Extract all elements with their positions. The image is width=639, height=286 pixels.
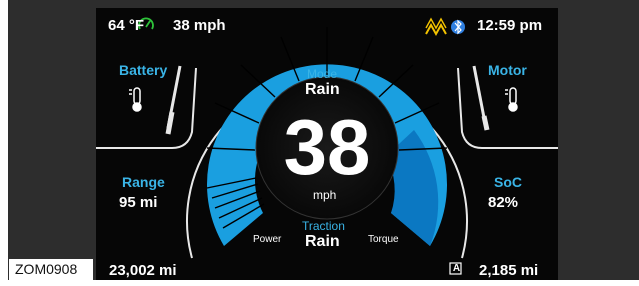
- traction-label: Traction: [302, 219, 345, 233]
- motor-label: Motor: [488, 62, 527, 78]
- trip-label: A: [452, 263, 461, 274]
- torque-label: Torque: [368, 234, 399, 245]
- clock: 12:59 pm: [477, 17, 543, 34]
- traction-value: Rain: [305, 233, 340, 250]
- bluetooth-icon: [451, 19, 465, 35]
- mode-label: Mode: [307, 67, 338, 81]
- range-value: 95 mi: [119, 194, 158, 211]
- soc-label: SoC: [494, 174, 522, 190]
- speed-unit: mph: [313, 188, 337, 202]
- left-margin: [0, 0, 8, 286]
- range-label: Range: [122, 174, 165, 190]
- figure-label: ZOM0908: [9, 259, 93, 280]
- battery-label: Battery: [119, 62, 168, 78]
- mode-value: Rain: [305, 81, 340, 98]
- power-label: Power: [253, 234, 282, 245]
- soc-value: 82%: [488, 194, 519, 211]
- bottom-margin: [0, 280, 639, 286]
- speed-value: 38: [283, 103, 371, 191]
- trip-value: 2,185 mi: [479, 262, 539, 279]
- instrument-display: 64 °F 38 mph 12:59 pm Battery Motor Rang…: [96, 8, 558, 280]
- speed-readout-small: 38 mph: [173, 17, 226, 34]
- temperature-readout: 64 °F: [108, 17, 145, 34]
- odometer: 23,002 mi: [109, 262, 177, 279]
